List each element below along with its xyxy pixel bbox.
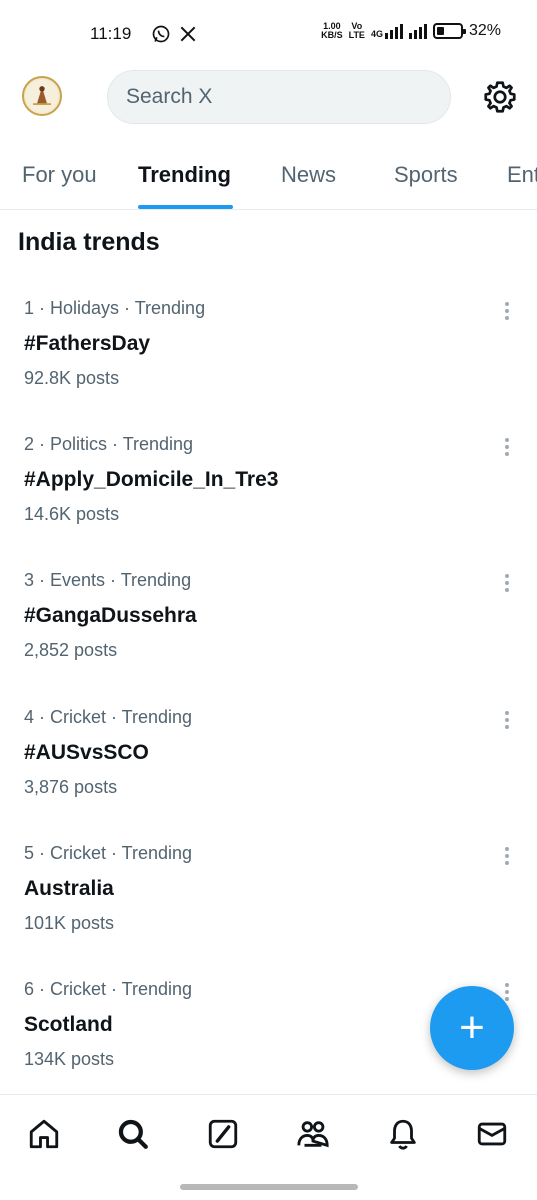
x-logo-icon [180,26,196,42]
signal-4g-icon: 4G [371,23,403,39]
avatar[interactable] [22,76,62,116]
more-options-icon[interactable] [500,300,514,322]
tab-trending[interactable]: Trending [138,162,231,188]
messages-icon[interactable] [475,1117,509,1151]
trend-name: #GangaDussehra [24,604,197,627]
tab-sports[interactable]: Sports [394,162,458,188]
home-icon[interactable] [27,1117,61,1151]
plus-icon: + [459,1003,485,1052]
trend-meta: 3 · Events · Trending [24,570,192,590]
tab-entertainment[interactable]: Ent [507,162,537,188]
communities-icon[interactable] [296,1117,330,1151]
active-tab-indicator [138,205,233,209]
trend-item[interactable]: 1 · Holidays · Trending #FathersDay 92.8… [0,298,537,418]
top-header: Search X [0,70,537,128]
trend-post-count: 134K posts [24,1049,115,1069]
more-options-icon[interactable] [500,845,514,867]
battery-icon [432,23,466,39]
trend-item[interactable]: 5 · Cricket · Trending Australia 101K po… [0,843,537,963]
trend-post-count: 2,852 posts [24,640,118,660]
trend-post-count: 92.8K posts [24,368,120,388]
signal-icon [408,23,427,39]
trend-name: #AUSvsSCO [24,741,149,764]
trend-meta: 1 · Holidays · Trending [24,298,206,318]
trend-name: Australia [24,877,114,900]
compose-post-button[interactable]: + [430,986,514,1070]
trend-item[interactable]: 4 · Cricket · Trending #AUSvsSCO 3,876 p… [0,707,537,827]
trend-post-count: 101K posts [24,913,115,933]
grok-icon[interactable] [206,1117,240,1151]
tab-news[interactable]: News [281,162,336,188]
whatsapp-icon [152,25,170,43]
volte-badge: Vo LTE [348,21,365,40]
status-indicators: 1.00 KB/S Vo LTE 4G 32% [321,22,501,40]
more-options-icon[interactable] [500,709,514,731]
trend-post-count: 14.6K posts [24,504,120,524]
trend-item[interactable]: 3 · Events · Trending #GangaDussehra 2,8… [0,570,537,690]
trend-meta: 6 · Cricket · Trending [24,979,193,999]
trend-name: #Apply_Domicile_In_Tre3 [24,468,279,491]
trend-meta: 2 · Politics · Trending [24,434,194,454]
section-title: India trends [18,228,160,256]
trend-post-count: 3,876 posts [24,777,118,797]
search-icon[interactable] [116,1117,150,1151]
more-options-icon[interactable] [500,572,514,594]
trend-meta: 4 · Cricket · Trending [24,707,193,727]
trend-item[interactable]: 2 · Politics · Trending #Apply_Domicile_… [0,434,537,554]
notifications-icon[interactable] [386,1117,420,1151]
home-gesture-bar[interactable] [180,1184,358,1190]
trend-name: #FathersDay [24,332,151,355]
battery-percent: 32% [468,22,501,39]
status-bar: 11:19 1.00 KB/S Vo LTE 4G 32% [0,0,537,70]
explore-tabs: For you Trending News Sports Ent [0,150,537,210]
tab-for-you[interactable]: For you [22,162,97,188]
status-time: 11:19 [90,24,132,43]
more-options-icon[interactable] [500,436,514,458]
net-speed: 1.00 KB/S [321,21,343,40]
search-placeholder: Search X [126,85,213,108]
trend-name: Scotland [24,1013,113,1036]
settings-gear-icon[interactable] [482,79,518,115]
search-input[interactable]: Search X [107,70,451,124]
bottom-nav [0,1094,537,1178]
trend-meta: 5 · Cricket · Trending [24,843,193,863]
